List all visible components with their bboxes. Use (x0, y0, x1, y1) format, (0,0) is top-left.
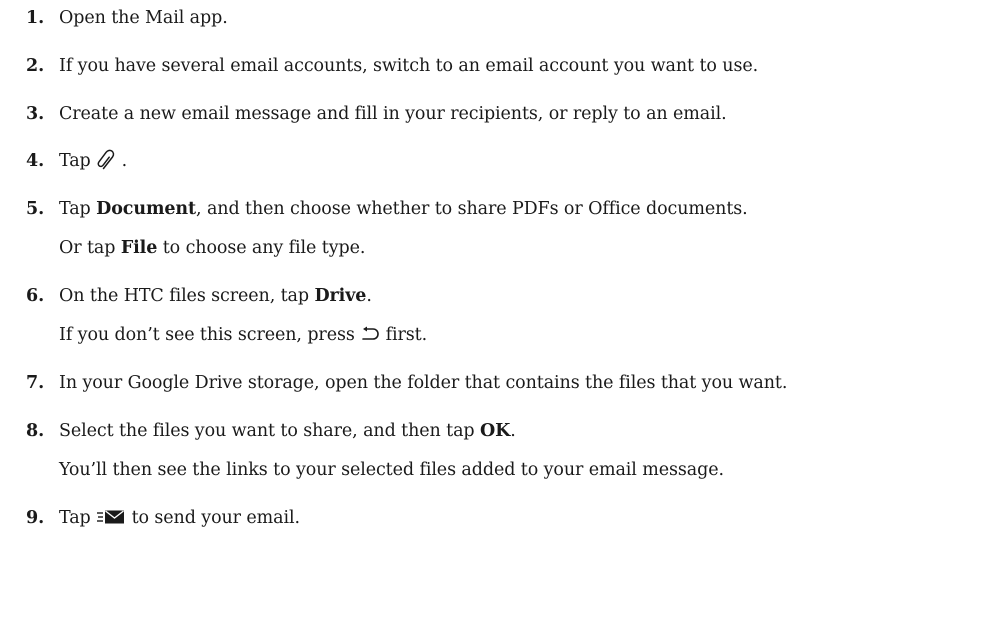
step-text: On the HTC files screen, tap Drive. (59, 286, 372, 306)
ui-term-document: Document (96, 199, 197, 219)
step-text: Tap to send your email. (59, 508, 300, 528)
step-note-text: Or tap File to choose any file type. (59, 238, 366, 258)
paperclip-icon (96, 149, 116, 171)
back-arrow-icon (360, 326, 380, 342)
ui-term-ok: OK (479, 421, 511, 441)
step-number: 4. (26, 151, 45, 171)
instruction-steps: 1. Open the Mail app. 2. If you have sev… (0, 0, 991, 619)
step-text: Select the files you want to share, and … (59, 421, 516, 441)
step-note-text: You’ll then see the links to your select… (59, 460, 724, 480)
step-number: 1. (26, 8, 45, 28)
step-text: In your Google Drive storage, open the f… (59, 373, 788, 393)
ui-term-file: File (120, 238, 158, 258)
step-text: Create a new email message and fill in y… (59, 104, 727, 124)
step-text-pre: Tap (59, 151, 97, 171)
ui-term-drive: Drive (314, 286, 367, 306)
step-number: 8. (26, 421, 45, 441)
step-number: 6. (26, 286, 45, 306)
step-number: 3. (26, 104, 45, 124)
step-text-post: . (116, 151, 128, 171)
step-number: 2. (26, 56, 45, 76)
step-number: 5. (26, 199, 45, 219)
step-text: Tap Document, and then choose whether to… (59, 199, 748, 219)
step-text: Open the Mail app. (59, 8, 228, 28)
send-mail-icon (96, 509, 126, 525)
step-number: 9. (26, 508, 45, 528)
step-number: 7. (26, 373, 45, 393)
step-text: If you have several email accounts, swit… (59, 56, 759, 76)
step-text: Tap . (59, 146, 127, 176)
step-note-text: If you don’t see this screen, press firs… (59, 325, 428, 345)
